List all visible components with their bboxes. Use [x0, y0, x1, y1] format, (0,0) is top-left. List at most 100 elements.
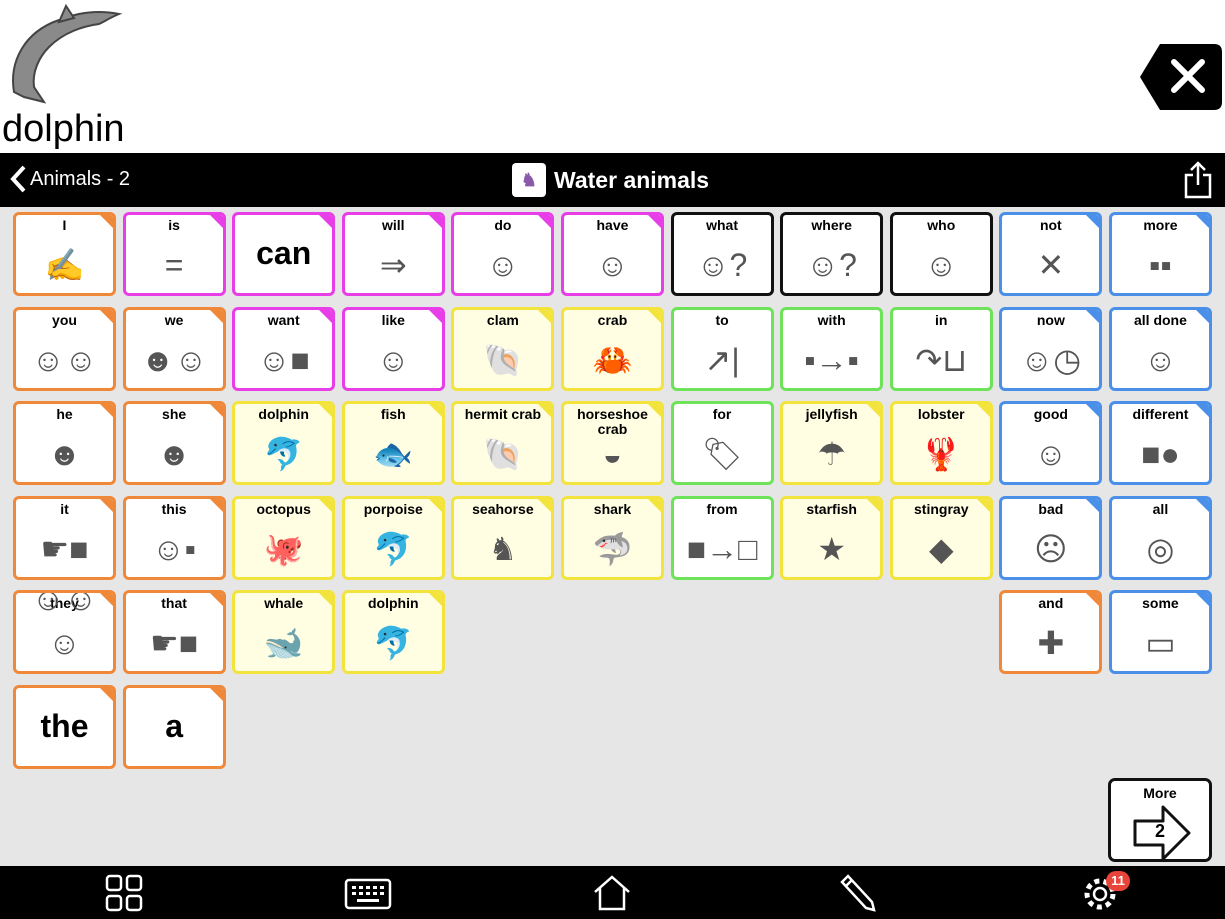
- symbol-button-can[interactable]: can: [232, 212, 336, 296]
- notification-badge[interactable]: 11: [1106, 871, 1130, 891]
- all-done-symbol-icon: ☺: [1144, 341, 1177, 378]
- folder-corner: [208, 498, 223, 513]
- symbol-button-stingray[interactable]: stingray ◆: [889, 495, 993, 580]
- folder-corner: [866, 498, 881, 513]
- back-button[interactable]: Animals - 2: [10, 165, 130, 193]
- symbol-button-good[interactable]: good ☺: [999, 401, 1103, 485]
- folder-corner: [427, 593, 442, 607]
- symbol-button-lobster[interactable]: lobster 🦞: [889, 401, 993, 485]
- clear-button[interactable]: [1140, 44, 1222, 110]
- symbol-button-this[interactable]: this ☺▪: [122, 495, 226, 580]
- symbol-grid: I ✍ is = can will ⇒ do ☺ have ☺ what ☺? where ☺? who ☺ no…: [13, 212, 1212, 769]
- starfish-symbol-icon: ★: [817, 530, 846, 567]
- it-symbol-icon: ☛■: [40, 530, 89, 567]
- symbol-button-not[interactable]: not ✕: [999, 212, 1103, 296]
- symbol-label: what: [706, 217, 738, 233]
- message-bar[interactable]: dolphin: [0, 0, 1225, 153]
- folder-corner: [537, 498, 552, 513]
- symbol-button-in[interactable]: in ↷⊔: [889, 306, 993, 391]
- symbol-button-have[interactable]: have ☺: [560, 212, 664, 296]
- symbol-button-crab[interactable]: crab 🦀: [560, 306, 664, 391]
- symbol-button-horseshoe-crab[interactable]: horseshoe crab ◒: [560, 401, 664, 485]
- symbol-button-like[interactable]: like ☺: [341, 306, 445, 391]
- symbol-button-jellyfish[interactable]: jellyfish ☂: [780, 401, 884, 485]
- symbol-button-do[interactable]: do ☺: [451, 212, 555, 296]
- pencil-icon[interactable]: [836, 874, 876, 912]
- folder-corner: [208, 215, 223, 229]
- crab-symbol-icon: 🦀: [592, 341, 633, 378]
- symbol-button-to[interactable]: to ↗|: [670, 306, 774, 391]
- symbol-button-from[interactable]: from ■→□: [670, 495, 774, 580]
- more-label: More: [1143, 785, 1177, 801]
- octopus-symbol-icon: 🐙: [263, 530, 304, 567]
- symbol-button-you[interactable]: you ☺☺: [13, 306, 116, 391]
- symbol-button-clam[interactable]: clam 🐚: [451, 306, 555, 391]
- symbol-button-a[interactable]: a: [122, 684, 226, 769]
- symbol-button-what[interactable]: what ☺?: [670, 212, 774, 296]
- symbol-button-it[interactable]: it ☛■: [13, 495, 116, 580]
- symbol-button-porpoise[interactable]: porpoise 🐬: [341, 495, 445, 580]
- symbol-label: for: [712, 406, 732, 422]
- symbol-button-the[interactable]: the: [13, 684, 116, 769]
- folder-corner: [1085, 215, 1100, 229]
- symbol-button-different[interactable]: different ■●: [1108, 401, 1212, 485]
- symbol-button-fish[interactable]: fish 🐟: [341, 401, 445, 485]
- folder-corner: [1194, 404, 1209, 418]
- symbol-button-bad[interactable]: bad ☹: [999, 495, 1103, 580]
- symbol-button-shark[interactable]: shark 🦈: [560, 495, 664, 580]
- folder-corner: [208, 687, 223, 702]
- water-animals-thumbnail-icon: ♞: [512, 163, 546, 197]
- where-symbol-icon: ☺?: [806, 247, 857, 283]
- symbol-button-dolphin[interactable]: dolphin 🐬: [232, 401, 336, 485]
- symbol-button-want[interactable]: want ☺■: [232, 306, 336, 391]
- all-symbol-icon: ◎: [1146, 530, 1175, 567]
- symbol-button-dolphin[interactable]: dolphin 🐬: [341, 590, 445, 674]
- and-symbol-icon: ✚: [1037, 625, 1065, 661]
- grid-icon[interactable]: [104, 874, 144, 912]
- symbol-button-seahorse[interactable]: seahorse ♞: [451, 495, 555, 580]
- symbol-button-she[interactable]: she ☻: [122, 401, 226, 485]
- keyboard-icon[interactable]: [344, 874, 392, 912]
- symbol-button-is[interactable]: is =: [122, 212, 226, 296]
- to-symbol-icon: ↗|: [704, 341, 740, 378]
- want-symbol-icon: ☺■: [257, 341, 310, 378]
- symbol-button-where[interactable]: where ☺?: [780, 212, 884, 296]
- symbol-button-hermit-crab[interactable]: hermit crab 🐚: [451, 401, 555, 485]
- symbol-button-that[interactable]: that ☛■: [122, 590, 226, 674]
- what-symbol-icon: ☺?: [696, 247, 748, 283]
- symbol-button-who[interactable]: who ☺: [889, 212, 993, 296]
- home-icon[interactable]: [592, 874, 632, 912]
- symbol-button-I[interactable]: I ✍: [13, 212, 116, 296]
- symbol-button-all[interactable]: all ◎: [1108, 495, 1212, 580]
- that-symbol-icon: ☛■: [150, 625, 199, 661]
- good-symbol-icon: ☺: [1034, 436, 1068, 472]
- symbol-button-they[interactable]: they ☺☺☺: [13, 590, 116, 674]
- symbol-button-all-done[interactable]: all done ☺: [1108, 306, 1212, 391]
- symbol-button-now[interactable]: now ☺◷: [999, 306, 1103, 391]
- symbol-button-starfish[interactable]: starfish ★: [780, 495, 884, 580]
- folder-corner: [208, 593, 223, 607]
- from-symbol-icon: ■→□: [686, 530, 758, 567]
- folder-corner: [537, 309, 552, 324]
- folder-corner: [537, 215, 552, 229]
- symbol-button-for[interactable]: for 🏷: [670, 401, 774, 485]
- share-icon[interactable]: [1183, 161, 1213, 199]
- symbol-button-will[interactable]: will ⇒: [341, 212, 445, 296]
- symbol-button-with[interactable]: with ▪→▪: [780, 306, 884, 391]
- folder-corner: [99, 498, 113, 513]
- now-symbol-icon: ☺◷: [1020, 341, 1082, 378]
- symbol-button-octopus[interactable]: octopus 🐙: [232, 495, 336, 580]
- symbol-button-more[interactable]: more ▪▪: [1108, 212, 1212, 296]
- more-button[interactable]: More 2: [1108, 778, 1212, 862]
- symbol-button-some[interactable]: some ▭: [1108, 590, 1212, 674]
- back-label: Animals - 2: [30, 167, 131, 190]
- symbol-button-we[interactable]: we ☻☺: [122, 306, 226, 391]
- folder-corner: [646, 309, 661, 324]
- symbol-button-whale[interactable]: whale 🐋: [232, 590, 336, 674]
- he-symbol-icon: ☻: [47, 436, 82, 472]
- symbol-button-and[interactable]: and ✚: [999, 590, 1103, 674]
- symbol-word: the: [40, 707, 89, 744]
- folder-corner: [99, 309, 113, 324]
- folder-corner: [866, 404, 881, 418]
- symbol-button-he[interactable]: he ☻: [13, 401, 116, 485]
